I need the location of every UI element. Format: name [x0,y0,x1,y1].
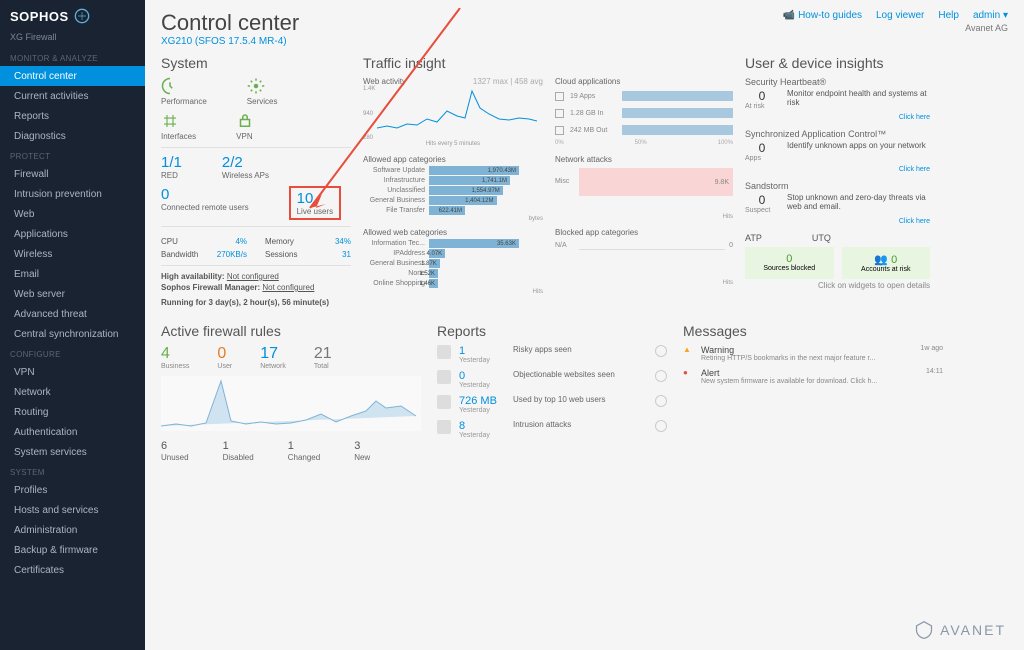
message-row[interactable]: ●AlertNew system firmware is available f… [683,368,943,385]
atp-widget[interactable]: 0Sources blocked [745,247,834,279]
rule-bottom-stat[interactable]: 1Changed [288,440,320,463]
brand-name: SOPHOS [10,9,69,24]
sidebar-section: MONITOR & ANALYZE [0,48,145,66]
sidebar-item-email[interactable]: Email [0,264,145,284]
sidebar-item-administration[interactable]: Administration [0,520,145,540]
log-viewer-link[interactable]: Log viewer [876,10,924,21]
performance-widget[interactable]: Performance [161,77,207,106]
bar-row[interactable]: General Business1,404.12M [363,196,543,205]
interfaces-widget[interactable]: Interfaces [161,112,196,141]
sidebar-section: PROTECT [0,146,145,164]
main-content: Control center XG210 (SFOS 17.5.4 MR-4) … [145,0,1024,650]
product-name: XG Firewall [0,32,145,48]
page-model: XG210 (SFOS 17.5.4 MR-4) [161,36,299,47]
page-title: Control center [161,10,299,36]
sidebar-item-web[interactable]: Web [0,204,145,224]
vpn-widget[interactable]: VPN [236,112,254,141]
sidebar-item-authentication[interactable]: Authentication [0,422,145,442]
rule-bottom-stat[interactable]: 1Disabled [223,440,254,463]
rule-stat[interactable]: 0User [217,345,232,370]
live-users-highlight[interactable]: 10Live users [289,186,341,220]
sidebar-item-hosts-and-services[interactable]: Hosts and services [0,500,145,520]
sidebar-item-profiles[interactable]: Profiles [0,480,145,500]
sfm-link[interactable]: Not configured [262,283,314,292]
company-label: Avanet AG [783,23,1008,33]
bar-row[interactable]: Unclassified1,554.97M [363,186,543,195]
rule-stat[interactable]: 17Network [260,345,286,370]
sidebar-item-firewall[interactable]: Firewall [0,164,145,184]
sidebar-section: CONFIGURE [0,344,145,362]
traffic-title: Traffic insight [363,55,733,71]
rule-bottom-stat[interactable]: 3New [354,440,370,463]
sidebar-item-applications[interactable]: Applications [0,224,145,244]
rule-bottom-stat[interactable]: 6Unused [161,440,189,463]
sac-link[interactable]: Click here [745,166,930,173]
aps-stat[interactable]: 2/2Wireless APs [222,154,269,180]
bar-row[interactable]: General Business1.87K [363,259,543,268]
bar-row[interactable]: Software Update1,970.43M [363,166,543,175]
sidebar-item-reports[interactable]: Reports [0,106,145,126]
shield-icon [74,8,90,24]
sidebar-item-current-activities[interactable]: Current activities [0,86,145,106]
sidebar-item-certificates[interactable]: Certificates [0,560,145,580]
insights-title: User & device insights [745,55,930,71]
cloud-app-row[interactable]: 242 MB Out [555,123,733,137]
widget-hint: Click on widgets to open details [745,281,930,290]
sac-widget[interactable]: 0Apps Identify unknown apps on your netw… [745,141,930,162]
bar-row[interactable]: None1.52K [363,269,543,278]
sidebar-item-wireless[interactable]: Wireless [0,244,145,264]
sidebar-item-advanced-threat[interactable]: Advanced threat [0,304,145,324]
ha-link[interactable]: Not configured [227,272,279,281]
sidebar-item-vpn[interactable]: VPN [0,362,145,382]
admin-menu[interactable]: admin ▾ [973,10,1008,21]
rule-stat[interactable]: 21Total [314,345,332,370]
sidebar-item-web-server[interactable]: Web server [0,284,145,304]
web-activity-chart[interactable] [377,86,537,141]
red-stat[interactable]: 1/1RED [161,154,182,180]
sandstorm-link[interactable]: Click here [745,218,930,225]
report-row[interactable]: 0YesterdayObjectionable websites seen [437,370,667,389]
message-row[interactable]: ▲WarningRetiring HTTP/S bookmarks in the… [683,345,943,362]
heartbeat-widget[interactable]: 0At risk Monitor endpoint health and sys… [745,89,930,110]
brand: SOPHOS [0,0,145,32]
sandstorm-widget[interactable]: 0Suspect Stop unknown and zero-day threa… [745,193,930,214]
sidebar-item-central-synchronization[interactable]: Central synchronization [0,324,145,344]
remote-users-stat[interactable]: 0Connected remote users [161,186,249,220]
cloud-app-row[interactable]: 19 Apps [555,89,733,103]
sidebar-section: SYSTEM [0,462,145,480]
sidebar-item-network[interactable]: Network [0,382,145,402]
bar-row[interactable]: Online Shopping1.46K [363,279,543,288]
bar-row[interactable]: File Transfer622.41M [363,206,543,215]
bar-row[interactable]: IPAddress4.07K [363,249,543,258]
bar-row[interactable]: Information Tec...35.63K [363,239,543,248]
sidebar-item-system-services[interactable]: System services [0,442,145,462]
avanet-logo: AVANET [914,620,1006,640]
rule-stat[interactable]: 4Business [161,345,189,370]
messages-panel: Messages ▲WarningRetiring HTTP/S bookmar… [683,323,943,463]
system-title: System [161,55,351,71]
bar-row[interactable]: Infrastructure1,741.1M [363,176,543,185]
help-link[interactable]: Help [938,10,959,21]
firewall-chart [161,376,421,431]
heartbeat-link[interactable]: Click here [745,114,930,121]
insights-panel: User & device insights Security Heartbea… [745,55,930,309]
traffic-panel: Traffic insight Web activity1327 max | 4… [363,55,733,309]
sidebar-item-intrusion-prevention[interactable]: Intrusion prevention [0,184,145,204]
sidebar: SOPHOS XG Firewall MONITOR & ANALYZECont… [0,0,145,650]
howto-link[interactable]: 📹 How-to guides [783,10,862,21]
services-widget[interactable]: Services [247,77,278,106]
sidebar-item-backup-&-firmware[interactable]: Backup & firmware [0,540,145,560]
cloud-app-row[interactable]: 1.28 GB In [555,106,733,120]
system-panel: System Performance Services Interfaces V… [161,55,351,309]
report-row[interactable]: 1YesterdayRisky apps seen [437,345,667,364]
sidebar-item-routing[interactable]: Routing [0,402,145,422]
utq-widget[interactable]: 👥 0Accounts at risk [842,247,931,279]
report-row[interactable]: 726 MBYesterdayUsed by top 10 web users [437,395,667,414]
reports-panel: Reports 1YesterdayRisky apps seen0Yester… [437,323,667,463]
sidebar-item-diagnostics[interactable]: Diagnostics [0,126,145,146]
report-row[interactable]: 8YesterdayIntrusion attacks [437,420,667,439]
sidebar-item-control-center[interactable]: Control center [0,66,145,86]
firewall-rules-panel[interactable]: Active firewall rules 4Business0User17Ne… [161,323,421,463]
